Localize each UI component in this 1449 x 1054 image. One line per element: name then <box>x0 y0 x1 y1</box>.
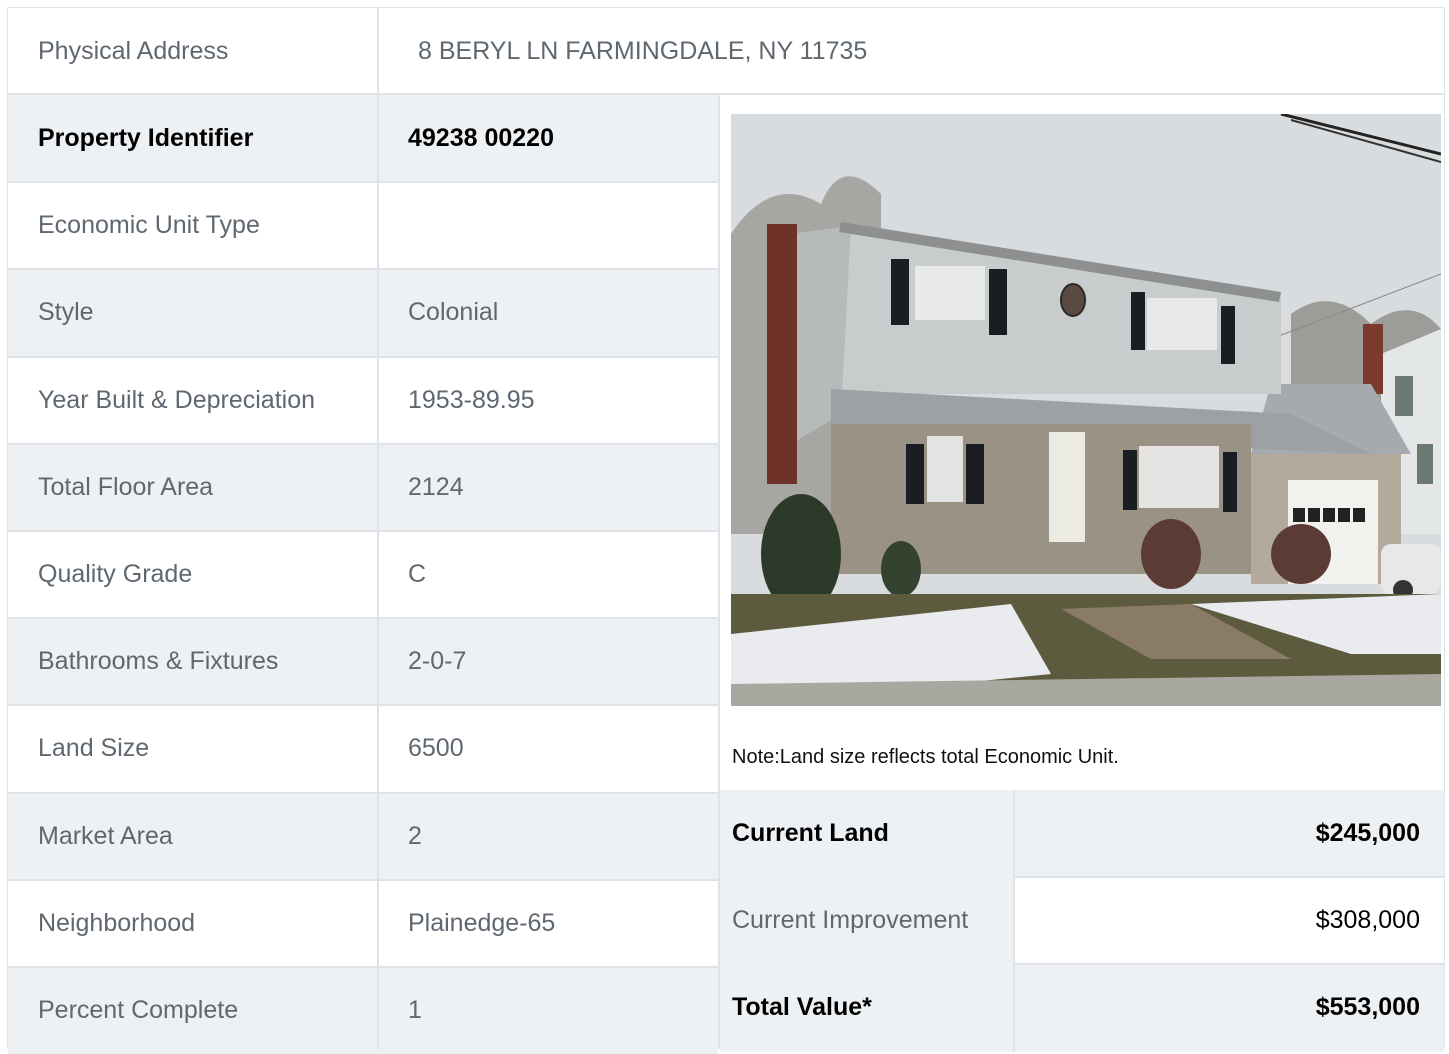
divider <box>377 8 379 1049</box>
detail-value: 2 <box>408 821 422 850</box>
divider <box>1013 790 1015 878</box>
land-size-note: Note:Land size reflects total Economic U… <box>732 746 1119 768</box>
divider <box>1014 876 1444 879</box>
divider <box>8 181 718 184</box>
detail-label: Property Identifier <box>38 124 254 153</box>
divider <box>8 530 718 532</box>
detail-label: Percent Complete <box>38 996 239 1025</box>
value-label: Current Land <box>720 790 1013 878</box>
detail-value: 2-0-7 <box>408 647 467 676</box>
value-label: Current Improvement <box>720 877 1013 965</box>
detail-label: Quality Grade <box>38 560 193 589</box>
detail-value <box>379 182 718 269</box>
detail-label: Land Size <box>38 734 150 763</box>
detail-label: Bathrooms & Fixtures <box>38 647 279 676</box>
address-label-cell: Physical Address <box>8 8 378 94</box>
divider <box>718 94 720 1049</box>
value-amount: $245,000 <box>1014 790 1444 878</box>
detail-label: Style <box>38 298 94 327</box>
address-value: 8 BERYL LN FARMINGDALE, NY 11735 <box>418 36 868 65</box>
detail-label: Total Floor Area <box>38 472 214 501</box>
detail-label: Neighborhood <box>38 908 196 937</box>
divider <box>8 966 718 968</box>
address-value-cell: 8 BERYL LN FARMINGDALE, NY 11735 <box>380 8 1444 94</box>
address-label: Physical Address <box>38 36 229 65</box>
detail-label: Market Area <box>38 821 173 850</box>
value-amount: $553,000 <box>1014 964 1444 1052</box>
divider <box>8 268 718 271</box>
detail-value: 1953-89.95 <box>408 385 535 414</box>
detail-value: 49238 00220 <box>408 124 554 153</box>
divider <box>8 442 718 445</box>
property-photo <box>731 114 1441 706</box>
divider <box>8 93 1444 95</box>
divider <box>1013 964 1015 1052</box>
divider <box>1013 877 1015 965</box>
value-label: Total Value* <box>720 964 1013 1052</box>
detail-label: Year Built & Depreciation <box>38 385 316 414</box>
divider <box>8 704 718 707</box>
detail-value: 1 <box>408 996 422 1025</box>
detail-label: Economic Unit Type <box>38 211 260 240</box>
divider <box>8 355 718 358</box>
value-amount: $308,000 <box>1014 877 1444 965</box>
divider <box>8 617 718 620</box>
detail-value: 2124 <box>408 472 464 501</box>
detail-value: C <box>408 560 427 589</box>
divider <box>8 791 718 794</box>
divider <box>1014 963 1444 966</box>
detail-value: 6500 <box>408 734 464 763</box>
divider <box>8 878 718 881</box>
detail-value: Colonial <box>408 298 499 327</box>
detail-value: Plainedge-65 <box>408 908 556 937</box>
